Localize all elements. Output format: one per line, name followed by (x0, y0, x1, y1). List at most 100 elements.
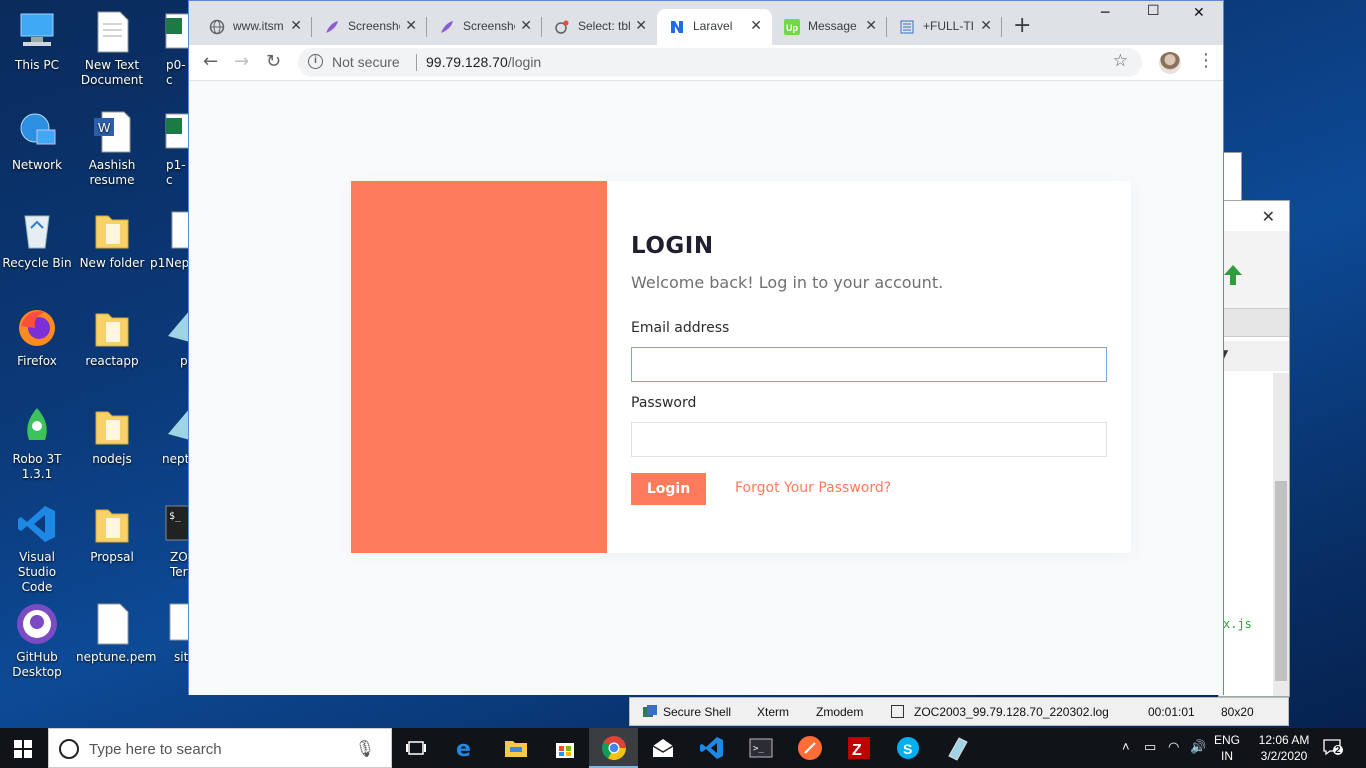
desktop-icon-new-text-document[interactable]: New Text Document (76, 10, 148, 88)
windows-start-icon[interactable] (14, 740, 32, 758)
microphone-icon[interactable]: 🎙 (355, 739, 375, 759)
desktop-icon-recycle-bin[interactable]: Recycle Bin (1, 208, 73, 271)
background-window[interactable]: ✕ y ▼ x.js (1218, 200, 1290, 697)
tab-itsm[interactable]: www.itsm ✕ (197, 9, 312, 45)
desktop-icon-p1nep[interactable]: p1Nep (150, 208, 191, 271)
desktop-icon-propsal[interactable]: Propsal (76, 502, 148, 565)
tab-select-tbl[interactable]: Select: tbl ✕ (542, 9, 657, 45)
filezilla-icon[interactable]: Z (845, 734, 873, 762)
desktop-icon-vscode[interactable]: Visual Studio Code (1, 502, 73, 595)
tab-title: +FULL-TI (923, 19, 975, 33)
volume-icon[interactable]: 🔊 (1190, 739, 1206, 755)
close-tab-icon[interactable]: ✕ (520, 17, 532, 34)
desktop-icon-neptune-pem[interactable]: neptune.pem (76, 602, 157, 665)
vscode-icon (15, 502, 59, 546)
security-status[interactable]: Not secure (332, 54, 400, 70)
desktop-icon-label: Network (11, 158, 63, 172)
notification-count: 2 (1335, 745, 1341, 756)
wifi-icon[interactable]: ◠ (1168, 739, 1179, 755)
login-subtitle: Welcome back! Log in to your account. (631, 273, 944, 292)
new-tab-button[interactable]: + (1013, 13, 1031, 38)
postman-icon[interactable] (796, 734, 824, 762)
desktop-icon-aashish-resume[interactable]: W Aashish resume (76, 110, 148, 188)
edge-icon[interactable]: e (453, 734, 481, 762)
vscode-taskbar-icon[interactable] (698, 734, 726, 762)
forward-icon[interactable]: → (234, 51, 249, 72)
close-tab-icon[interactable]: ✕ (635, 17, 647, 34)
svg-text:Up: Up (786, 23, 798, 33)
task-view-icon[interactable] (403, 734, 431, 762)
bookmark-star-icon[interactable]: ☆ (1113, 51, 1128, 71)
tab-full-time[interactable]: +FULL-TI ✕ (887, 9, 1002, 45)
terminal-taskbar-icon[interactable]: >_ (747, 734, 775, 762)
show-hidden-icons[interactable]: ˄ (1122, 739, 1130, 754)
close-tab-icon[interactable]: ✕ (865, 17, 877, 34)
desktop-icon-reactapp[interactable]: reactapp (76, 306, 148, 369)
info-icon[interactable]: i (308, 54, 323, 69)
minimize-icon[interactable]: ─ (1101, 5, 1109, 21)
battery-icon[interactable]: ▭ (1144, 739, 1156, 755)
close-tab-icon[interactable]: ✕ (980, 17, 992, 34)
close-tab-icon[interactable]: ✕ (290, 17, 302, 34)
terminal-icon: $_ (164, 502, 191, 546)
tab-screenshot-2[interactable]: Screensho ✕ (427, 9, 542, 45)
desktop-icon-new-folder[interactable]: New folder (76, 208, 148, 271)
desktop-icon-p0[interactable]: p0-c (152, 10, 193, 88)
background-scrollbar[interactable] (1273, 373, 1289, 696)
mail-icon[interactable] (649, 734, 677, 762)
clock-date: 3/2/2020 (1260, 749, 1308, 763)
clock[interactable]: 12:06 AM 3/2/2020 (1254, 732, 1314, 764)
close-tab-icon[interactable]: ✕ (405, 17, 417, 34)
language-indicator[interactable]: ENG IN (1214, 732, 1240, 764)
menu-kebab-icon[interactable]: ⋮ (1197, 50, 1215, 71)
desktop-icon-sit[interactable]: sit (160, 602, 191, 665)
skype-icon[interactable]: S (894, 734, 922, 762)
dropdown-arrow-icon[interactable]: ▼ (1219, 347, 1283, 361)
email-field[interactable] (631, 347, 1107, 382)
upload-arrow-icon[interactable] (1223, 263, 1243, 291)
login-button[interactable]: Login (631, 473, 706, 505)
url-text[interactable]: 99.79.128.70/login (426, 54, 541, 70)
background-ribbon (1219, 309, 1289, 337)
taskbar-search[interactable]: Type here to search 🎙 (48, 728, 392, 768)
forgot-password-link[interactable]: Forgot Your Password? (735, 480, 891, 496)
tab-laravel[interactable]: Laravel ✕ (657, 9, 772, 45)
desktop-icon-p[interactable]: p (160, 306, 190, 369)
cortana-icon (59, 739, 79, 759)
background-dropdown-row[interactable]: y ▼ (1219, 341, 1289, 371)
zoc-xterm[interactable]: Xterm (757, 705, 789, 719)
store-icon[interactable] (551, 734, 579, 762)
desktop-icon-github-desktop[interactable]: GitHub Desktop (1, 602, 73, 680)
close-window-icon[interactable]: ✕ (1193, 5, 1205, 21)
desktop-icon-this-pc[interactable]: This PC (1, 10, 73, 73)
zoc-secure-shell[interactable]: Secure Shell (663, 705, 731, 719)
desktop-icon-robo3t[interactable]: Robo 3T 1.3.1 (1, 404, 73, 482)
desktop-icon-zoc-terminal[interactable]: $_ ZO Term (160, 502, 199, 580)
back-icon[interactable]: ← (203, 51, 218, 72)
chrome-icon[interactable] (600, 734, 628, 762)
svg-text:Z: Z (852, 742, 862, 759)
tab-title: Laravel (693, 19, 733, 33)
desktop-icon-label: neptune.pem (76, 650, 157, 664)
address-bar[interactable]: i Not secure 99.79.128.70/login ☆ (298, 48, 1142, 77)
file-explorer-icon[interactable] (502, 734, 530, 762)
close-tab-icon[interactable]: ✕ (750, 17, 762, 34)
desktop-icon-nodejs[interactable]: nodejs (76, 404, 148, 467)
desktop-icon-network[interactable]: Network (1, 110, 73, 173)
password-field[interactable] (631, 422, 1107, 457)
reload-icon[interactable]: ↻ (266, 51, 281, 72)
log-checkbox[interactable] (891, 705, 904, 718)
tab-message[interactable]: Up Message ✕ (772, 9, 887, 45)
zoc-zmodem[interactable]: Zmodem (816, 705, 863, 719)
close-icon[interactable]: ✕ (1262, 207, 1275, 226)
tab-screenshot-1[interactable]: Screensho ✕ (312, 9, 427, 45)
page-viewport: LOGIN Welcome back! Log in to your accou… (189, 81, 1223, 695)
desktop-icon-nept[interactable]: nept (160, 404, 190, 467)
profile-avatar[interactable] (1159, 52, 1181, 74)
app-taskbar-icon[interactable] (943, 734, 971, 762)
login-card-accent-panel (351, 181, 607, 553)
maximize-icon[interactable]: ☐ (1147, 3, 1160, 19)
scrollbar-thumb[interactable] (1275, 481, 1287, 681)
desktop-icon-firefox[interactable]: Firefox (1, 306, 73, 369)
desktop-icon-p1[interactable]: p1-c (152, 110, 193, 188)
